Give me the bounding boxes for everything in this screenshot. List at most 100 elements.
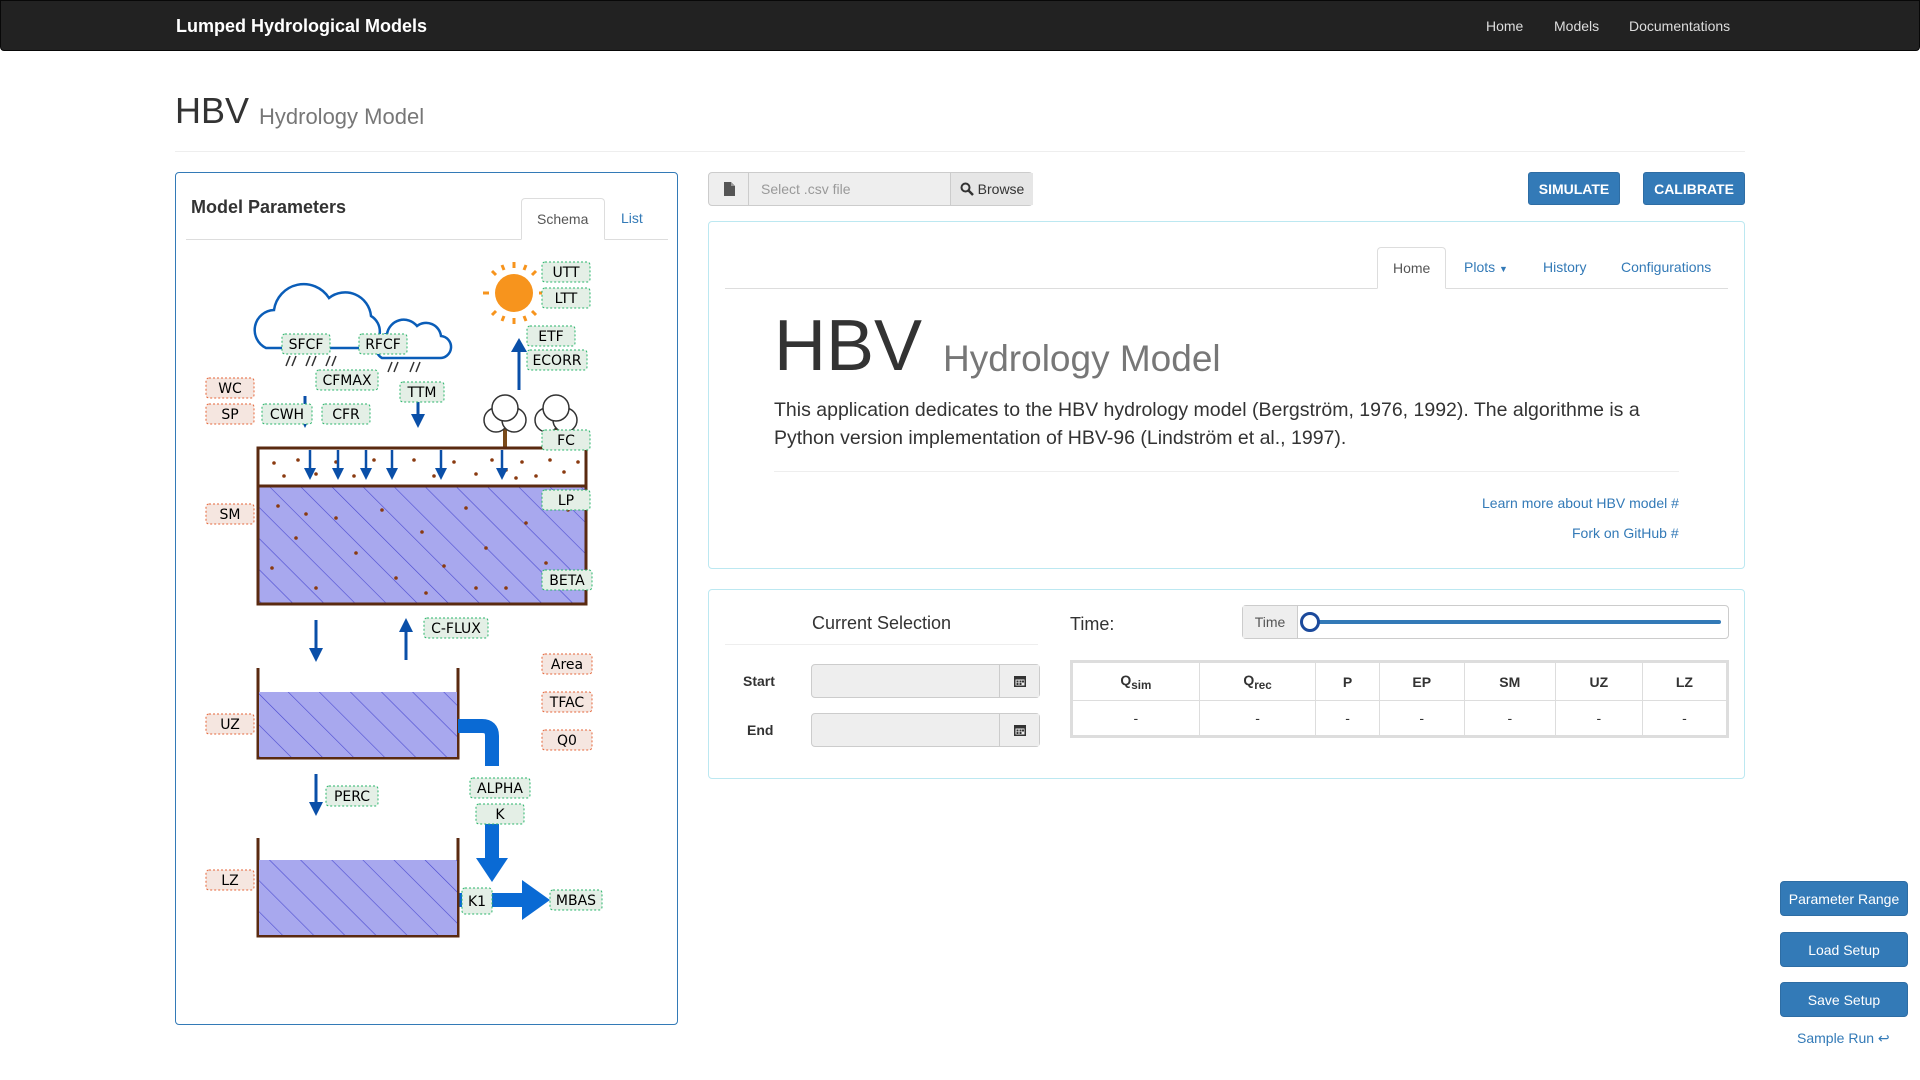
param-perc[interactable]: PERC: [325, 785, 379, 807]
results-cell: -: [1378, 700, 1465, 737]
nav-documentations[interactable]: Documentations: [1629, 18, 1730, 34]
time-slider-addon: Time: [1243, 606, 1298, 638]
state-q0[interactable]: Q0: [541, 729, 593, 751]
time-slider-handle[interactable]: [1300, 612, 1320, 632]
svg-text:SM: SM: [220, 507, 241, 523]
browse-button[interactable]: Browse: [951, 173, 1033, 205]
svg-text:FC: FC: [557, 433, 575, 449]
state-sm[interactable]: SM: [205, 503, 255, 525]
param-cflux[interactable]: C-FLUX: [423, 617, 489, 639]
param-etf[interactable]: ETF: [526, 325, 576, 347]
panel-title: Model Parameters: [191, 197, 347, 217]
github-link[interactable]: Fork on GitHub #: [1572, 525, 1679, 541]
results-header-row: Qsim Qrec P EP SM UZ LZ: [1071, 661, 1729, 701]
recharge-arrow-icon: [309, 620, 323, 662]
soil-moisture-reservoir: [256, 484, 588, 606]
lower-zone-reservoir: [259, 860, 457, 935]
param-fc[interactable]: FC: [541, 429, 591, 451]
info-tab-divider: [725, 288, 1728, 289]
tab-history[interactable]: History: [1543, 259, 1587, 275]
param-k1[interactable]: K1: [461, 887, 493, 915]
svg-text:TTM: TTM: [407, 385, 437, 401]
sample-run-link[interactable]: Sample Run ↩: [1797, 1030, 1890, 1047]
load-setup-button[interactable]: Load Setup: [1780, 932, 1908, 967]
end-date-input[interactable]: [811, 713, 1040, 747]
svg-text:CWH: CWH: [270, 407, 304, 423]
state-sp[interactable]: SP: [205, 403, 255, 425]
param-beta[interactable]: BETA: [541, 569, 593, 591]
brand[interactable]: Lumped Hydrological Models: [176, 16, 427, 37]
param-rfcf[interactable]: RFCF: [358, 333, 408, 355]
time-slider-group: Time: [1242, 605, 1729, 639]
results-cell: -: [1641, 700, 1729, 737]
simulate-button[interactable]: SIMULATE: [1528, 172, 1620, 205]
param-ltt[interactable]: LTT: [541, 287, 591, 309]
calendar-icon[interactable]: [999, 714, 1039, 746]
state-uz[interactable]: UZ: [205, 713, 255, 735]
selection-divider: [725, 644, 1038, 645]
svg-text:SFCF: SFCF: [289, 337, 324, 353]
parameter-range-button[interactable]: Parameter Range: [1780, 881, 1908, 916]
csv-file-input[interactable]: Select .csv file: [749, 173, 951, 205]
tab-configurations[interactable]: Configurations: [1621, 259, 1711, 275]
info-panel: [708, 221, 1745, 569]
state-area[interactable]: Area: [541, 653, 593, 675]
tab-plots[interactable]: Plots ▼: [1464, 259, 1508, 275]
param-mbas[interactable]: MBAS: [549, 889, 603, 911]
svg-text:ECORR: ECORR: [532, 353, 581, 369]
svg-text:TFAC: TFAC: [549, 695, 585, 711]
file-input-group: Select .csv file Browse: [708, 172, 1033, 206]
svg-text:C-FLUX: C-FLUX: [431, 621, 481, 637]
upper-outflow-pipe: [458, 719, 499, 766]
cloud-icon: [253, 282, 453, 373]
tab-list[interactable]: List: [606, 198, 662, 240]
learn-more-link[interactable]: Learn more about HBV model #: [1482, 495, 1679, 511]
upper-zone-reservoir: [259, 692, 457, 757]
state-tfac[interactable]: TFAC: [541, 691, 593, 713]
svg-text:CFR: CFR: [332, 407, 360, 423]
param-alpha[interactable]: ALPHA: [469, 777, 531, 799]
param-k[interactable]: K: [475, 803, 525, 825]
tab-schema[interactable]: Schema: [521, 198, 605, 240]
time-label: Time:: [1070, 614, 1115, 634]
state-wc[interactable]: WC: [205, 377, 255, 399]
model-parameters-panel: Model Parameters Schema List UTT LTT ETF…: [175, 172, 678, 1025]
results-cell: -: [1554, 700, 1643, 737]
nav-home[interactable]: Home: [1486, 18, 1523, 34]
param-sfcf[interactable]: SFCF: [281, 333, 331, 355]
param-ecorr[interactable]: ECORR: [526, 349, 588, 371]
divider: [774, 471, 1679, 472]
time-slider-track[interactable]: [1309, 620, 1721, 624]
svg-text:PERC: PERC: [334, 789, 370, 805]
nav-models[interactable]: Models: [1554, 18, 1599, 34]
percolation-arrow-icon: [309, 774, 323, 816]
page-header: HBV Hydrology Model: [175, 88, 1745, 152]
svg-text:SP: SP: [221, 407, 238, 423]
param-utt[interactable]: UTT: [541, 261, 591, 283]
calibrate-button[interactable]: CALIBRATE: [1643, 172, 1745, 205]
save-setup-button[interactable]: Save Setup: [1780, 982, 1908, 1017]
hbv-schema-diagram: UTT LTT ETF ECORR SFCF RFCF CFMAX TTM WC…: [205, 261, 603, 938]
param-cwh[interactable]: CWH: [261, 403, 313, 425]
browse-label: Browse: [977, 181, 1025, 197]
evaporation-arrow-icon: [511, 338, 527, 390]
svg-text:K1: K1: [468, 894, 486, 910]
tab-home[interactable]: Home: [1377, 247, 1446, 289]
results-col-header: P: [1315, 661, 1380, 701]
svg-text:CFMAX: CFMAX: [322, 373, 371, 389]
calendar-icon[interactable]: [999, 665, 1039, 697]
svg-text:LP: LP: [558, 493, 574, 509]
svg-text:UTT: UTT: [552, 265, 580, 281]
caret-down-icon: ▼: [1499, 264, 1508, 274]
snow-layer: [256, 446, 588, 488]
param-cfmax[interactable]: CFMAX: [315, 369, 379, 391]
start-date-input[interactable]: [811, 664, 1040, 698]
svg-text:LZ: LZ: [221, 873, 238, 889]
param-ttm[interactable]: TTM: [399, 381, 445, 403]
state-lz[interactable]: LZ: [205, 869, 255, 891]
param-lp[interactable]: LP: [541, 489, 591, 511]
search-icon: [960, 182, 974, 196]
file-icon: [709, 173, 749, 205]
description-text: This application dedicates to the HBV hy…: [774, 399, 1640, 449]
param-cfr[interactable]: CFR: [321, 403, 371, 425]
